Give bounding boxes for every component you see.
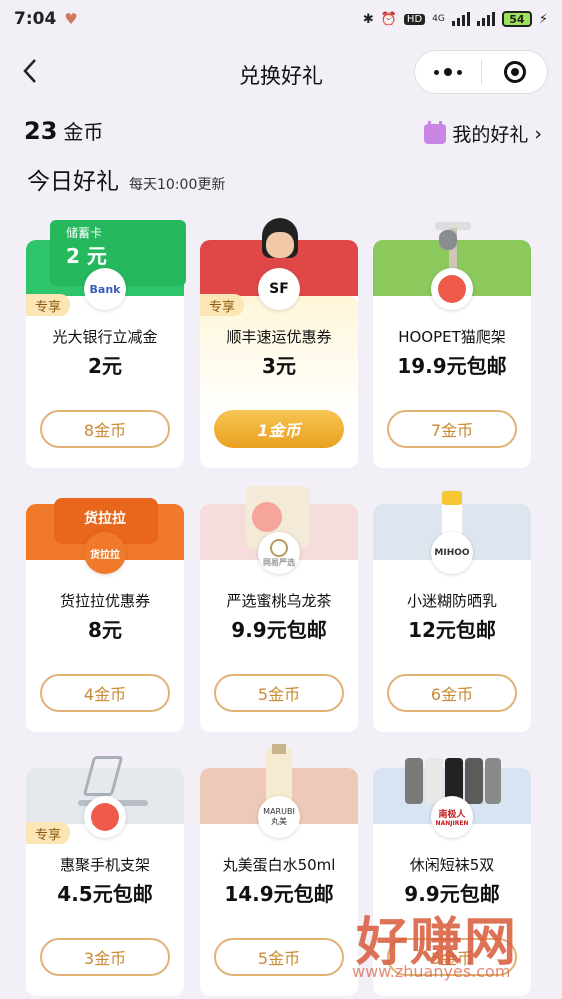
mini-program-capsule — [414, 50, 548, 94]
redeem-button[interactable]: 5金币 — [214, 938, 344, 976]
site-watermark: 好赚网 www.zhuanyes.com — [350, 900, 560, 995]
redeem-button[interactable]: 6金币 — [387, 674, 517, 712]
coin-label: 金币 — [63, 120, 104, 144]
signal-icon-2 — [476, 12, 495, 26]
gift-name: HOOPET猫爬架 — [398, 328, 506, 346]
chevron-right-icon: › — [534, 122, 542, 145]
nanjiren-logo: 南极人 NANJIREN — [431, 796, 473, 838]
gift-card-sf-express[interactable]: SF 专享 顺丰速运优惠券 3元 1金币 — [200, 218, 358, 468]
my-gifts-label: 我的好礼 — [452, 124, 529, 146]
gift-price: 19.9元包邮 — [397, 354, 507, 378]
status-time: 7:04 — [14, 9, 57, 29]
redeem-button[interactable]: 3金币 — [40, 938, 170, 976]
close-mini-program-button[interactable] — [482, 61, 547, 83]
sf-mascot-image — [262, 218, 298, 258]
gift-price: 12元包邮 — [408, 618, 496, 642]
signal-icon — [451, 12, 470, 26]
redeem-button[interactable]: 8金币 — [40, 410, 170, 448]
bluetooth-icon: ✱ — [362, 11, 374, 27]
alarm-icon: ⏰ — [380, 11, 397, 27]
gift-name: 货拉拉优惠券 — [59, 592, 150, 610]
bank-logo: Bank — [84, 268, 126, 310]
gift-name: 小迷糊防晒乳 — [406, 592, 497, 610]
mihoo-logo: MIHOO — [431, 532, 473, 574]
gift-card-everbright[interactable]: 储蓄卡 2 元 Bank 专享 光大银行立减金 2元 8金币 — [26, 220, 186, 468]
battery-icon: 54 — [501, 11, 532, 27]
target-icon — [503, 61, 526, 83]
exclusive-badge: 专享 — [26, 822, 70, 844]
gift-price: 8元 — [88, 618, 122, 642]
coin-value: 23 — [24, 117, 58, 145]
exclusive-badge: 专享 — [200, 294, 244, 316]
more-button[interactable] — [415, 68, 481, 76]
huiju-logo — [431, 268, 473, 310]
gift-name: 丸美蛋白水50ml — [222, 856, 336, 874]
redeem-button[interactable]: 5金币 — [214, 674, 344, 712]
gift-card-phone-stand[interactable]: 专享 惠聚手机支架 4.5元包邮 3金币 — [26, 756, 184, 996]
gift-card-lalamove[interactable]: 货拉拉 货拉拉 货拉拉优惠券 8元 4金币 — [26, 498, 184, 732]
status-bar: 7:04 ♥ ✱ ⏰ HD 4G 54 ⚡ — [0, 0, 562, 38]
huiju-logo — [84, 796, 126, 838]
marubi-logo: MARUBI 丸美 — [258, 796, 300, 838]
lalamove-logo: 货拉拉 — [84, 532, 126, 574]
charging-icon: ⚡ — [538, 11, 548, 27]
gift-price: 3元 — [262, 354, 296, 378]
watermark-url: www.zhuanyes.com — [352, 962, 511, 981]
gift-card-yanxuan-tea[interactable]: 网易严选 严选蜜桃乌龙茶 9.9元包邮 5金币 — [200, 486, 358, 732]
yanxuan-logo: 网易严选 — [258, 532, 300, 574]
gift-card-marubi[interactable]: MARUBI 丸美 丸美蛋白水50ml 14.9元包邮 5金币 — [200, 744, 358, 996]
gift-name: 顺丰速运优惠券 — [226, 328, 332, 346]
section-subtitle: 每天10:00更新 — [129, 177, 226, 193]
gift-calendar-icon — [424, 120, 447, 144]
my-gifts-link[interactable]: 我的好礼 › — [424, 120, 542, 147]
nav-bar: 兑换好礼 — [0, 48, 562, 98]
gift-price: 9.9元包邮 — [231, 618, 327, 642]
status-icons: ✱ ⏰ HD 4G 54 ⚡ — [363, 11, 548, 27]
network-label: 4G — [432, 14, 445, 24]
gift-price: 4.5元包邮 — [57, 882, 153, 906]
gift-card-mihoo[interactable]: MIHOO 小迷糊防晒乳 12元包邮 6金币 — [373, 490, 531, 732]
heart-rate-icon: ♥ — [64, 10, 78, 28]
gift-name: 休闲短袜5双 — [409, 856, 495, 874]
gift-name: 严选蜜桃乌龙茶 — [226, 592, 332, 610]
gift-name: 光大银行立减金 — [52, 328, 158, 346]
sf-logo: SF — [258, 268, 300, 310]
hd-badge: HD — [403, 13, 426, 25]
coin-balance: 23 金币 — [24, 116, 103, 145]
gift-price: 14.9元包邮 — [224, 882, 334, 906]
redeem-button[interactable]: 7金币 — [387, 410, 517, 448]
gift-card-hoopet[interactable]: HOOPET猫爬架 19.9元包邮 7金币 — [373, 222, 531, 468]
section-header: 今日好礼 每天10:00更新 — [27, 162, 225, 196]
gift-name: 惠聚手机支架 — [59, 856, 150, 874]
exclusive-badge: 专享 — [26, 294, 70, 316]
redeem-button[interactable]: 1金币 — [214, 410, 344, 448]
redeem-button[interactable]: 4金币 — [40, 674, 170, 712]
gift-price: 2元 — [88, 354, 122, 378]
section-title: 今日好礼 — [27, 169, 119, 195]
